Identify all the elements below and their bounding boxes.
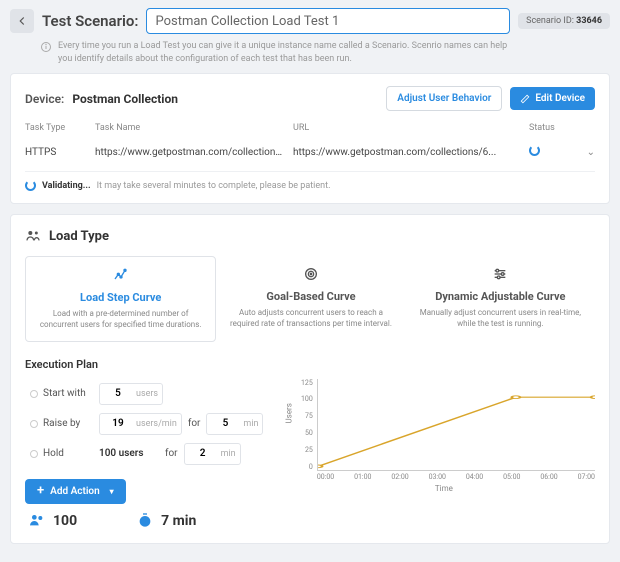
add-action-button[interactable]: Add Action	[25, 479, 126, 504]
scenario-label: Test Scenario:	[42, 12, 138, 30]
scenario-id-badge: Scenario ID: 33646	[518, 13, 610, 29]
table-row: HTTPS https://www.getpostman.com/collect…	[25, 137, 595, 167]
validating-label: Validating...	[42, 181, 91, 191]
execution-plan-label: Execution Plan	[25, 358, 595, 371]
hold-minutes-input[interactable]	[189, 444, 217, 464]
load-type-title: Load Type	[49, 229, 109, 244]
summary-duration: 7 min	[137, 512, 196, 531]
load-step-curve-option[interactable]: Load Step Curve Load with a pre-determin…	[25, 256, 216, 341]
exec-raise-row: Raise by users/min for min	[25, 409, 277, 439]
device-name: Postman Collection	[72, 92, 178, 106]
row-expand-toggle[interactable]: ⌄	[579, 147, 595, 158]
sliders-icon	[418, 266, 583, 284]
users-icon	[29, 512, 45, 531]
raise-users-input[interactable]	[104, 414, 132, 434]
dynamic-curve-option[interactable]: Dynamic Adjustable Curve Manually adjust…	[406, 256, 595, 341]
raise-minutes-input[interactable]	[211, 414, 239, 434]
col-task-type: Task Type	[25, 123, 95, 133]
col-url: URL	[293, 123, 529, 133]
chart-xlabel: Time	[293, 484, 595, 493]
back-button[interactable]	[10, 9, 34, 33]
validating-msg: It may take several minutes to complete,…	[97, 181, 331, 191]
col-task-name: Task Name	[95, 123, 293, 133]
start-users-input[interactable]	[104, 384, 132, 404]
exec-start-row: Start with users	[25, 379, 277, 409]
device-card: Device: Postman Collection Adjust User B…	[10, 73, 610, 204]
load-type-card: Load Type Load Step Curve Load with a pr…	[10, 214, 610, 543]
execution-chart: Users 125 100 75 50 25 0	[293, 379, 595, 489]
validating-spinner-icon	[25, 180, 36, 191]
adjust-user-behavior-button[interactable]: Adjust User Behavior	[386, 86, 502, 111]
scenario-name-input[interactable]	[146, 8, 510, 34]
edit-device-button[interactable]: Edit Device	[510, 87, 595, 110]
col-status: Status	[529, 123, 579, 133]
goal-based-curve-option[interactable]: Goal-Based Curve Auto adjusts concurrent…	[216, 256, 405, 341]
device-label: Device:	[25, 92, 64, 106]
goal-icon	[228, 266, 393, 284]
exec-hold-row: Hold 100 users for min	[25, 439, 277, 469]
chart-yaxis: 125 100 75 50 25 0	[293, 379, 313, 471]
stopwatch-icon	[137, 512, 153, 531]
info-text: Every time you run a Load Test you can g…	[58, 40, 518, 65]
info-icon	[40, 41, 52, 53]
chart-xaxis: 00:00 01:00 02:00 03:00 04:00 05:00 06:0…	[317, 473, 595, 481]
load-type-icon	[25, 227, 41, 246]
step-curve-icon	[38, 267, 203, 285]
status-spinner-icon	[529, 145, 540, 156]
summary-users: 100	[29, 512, 77, 531]
